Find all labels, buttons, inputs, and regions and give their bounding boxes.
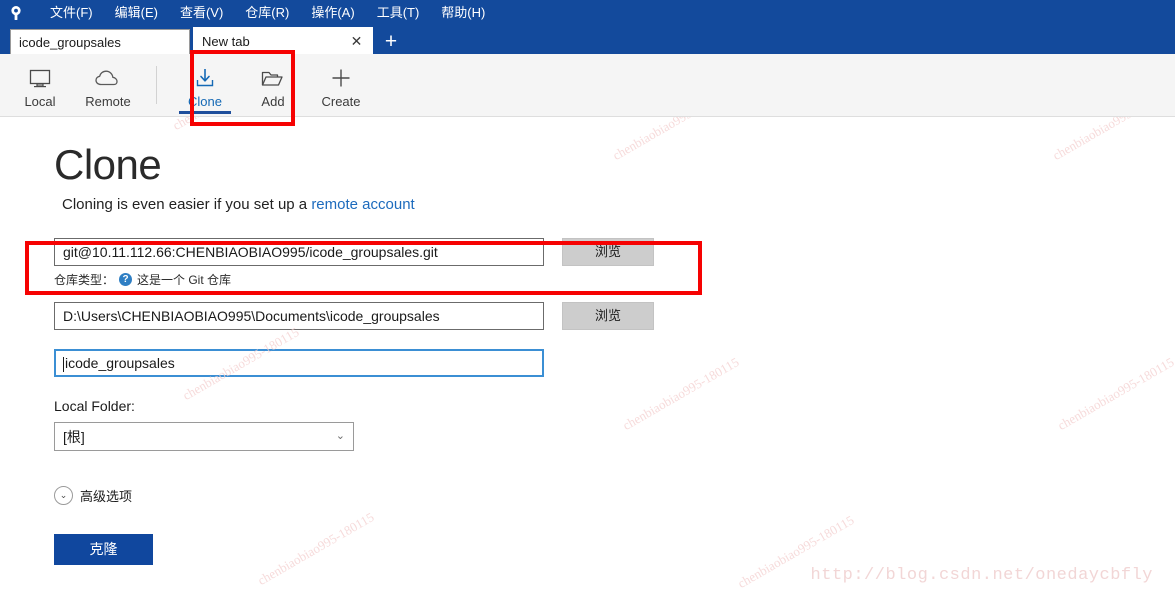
clone-page: Clone Cloning is even easier if you set … — [0, 117, 1175, 600]
download-icon — [193, 62, 217, 90]
repo-type-hint: 仓库类型： ? 这是一个 Git 仓库 — [0, 271, 1175, 288]
toolbar-button-add[interactable]: Add — [239, 54, 307, 116]
menu-help[interactable]: 帮助(H) — [430, 2, 496, 24]
toolbar-button-remote[interactable]: Remote — [74, 54, 142, 116]
menu-repository[interactable]: 仓库(R) — [234, 2, 300, 24]
menu-view[interactable]: 查看(V) — [169, 2, 234, 24]
tab-bar: icode_groupsales New tab ✕ + — [0, 26, 1175, 54]
advanced-options-expander[interactable]: ⌄ 高级选项 — [0, 486, 1175, 505]
toolbar-label: Add — [261, 93, 285, 109]
repo-name-value: icode_groupsales — [65, 355, 175, 371]
tab-icode-groupsales[interactable]: icode_groupsales — [10, 29, 190, 54]
destination-path-input[interactable]: D:\Users\CHENBIAOBIAO995\Documents\icode… — [54, 302, 544, 330]
help-question-icon[interactable]: ? — [119, 273, 133, 286]
monitor-icon — [28, 62, 52, 90]
browse-source-button[interactable]: 浏览 — [562, 238, 654, 266]
text-caret — [63, 356, 64, 372]
toolbar-label: Create — [321, 93, 361, 109]
remote-account-link[interactable]: remote account — [311, 196, 414, 213]
local-folder-row: [根] ⌄ — [0, 422, 1175, 451]
close-icon[interactable]: ✕ — [349, 34, 364, 49]
open-folder-icon — [260, 62, 286, 90]
tab-label: New tab — [202, 33, 250, 49]
cloud-icon — [94, 62, 122, 90]
page-title: Clone — [54, 141, 162, 188]
menu-edit[interactable]: 编辑(E) — [104, 2, 169, 24]
source-url-row: git@10.11.112.66:CHENBIAOBIAO995/icode_g… — [0, 238, 1175, 266]
menu-file[interactable]: 文件(F) — [39, 2, 104, 24]
repo-name-row: icode_groupsales — [0, 349, 1175, 377]
menu-tools[interactable]: 工具(T) — [366, 2, 431, 24]
local-folder-selected-value: [根] — [63, 428, 85, 445]
toolbar-button-clone[interactable]: Clone — [171, 54, 239, 116]
subtitle-text: Cloning is even easier if you set up a — [62, 196, 312, 213]
toolbar-button-create[interactable]: Create — [307, 54, 375, 116]
repo-type-value: 这是一个 Git 仓库 — [137, 273, 232, 287]
chevron-down-icon: ⌄ — [54, 486, 73, 505]
main-toolbar: Local Remote Clone Add Create — [0, 54, 1175, 117]
advanced-options-label: 高级选项 — [80, 489, 133, 504]
repo-type-label: 仓库类型： — [54, 273, 115, 287]
plus-icon — [329, 62, 353, 90]
page-subtitle: Cloning is even easier if you set up a r… — [0, 191, 1175, 215]
toolbar-button-local[interactable]: Local — [6, 54, 74, 116]
local-folder-label: Local Folder: — [54, 398, 135, 414]
chevron-down-icon: ⌄ — [335, 430, 345, 442]
menu-actions[interactable]: 操作(A) — [300, 2, 365, 24]
toolbar-label: Local — [24, 93, 56, 109]
menu-bar-items: 文件(F) 编辑(E) 查看(V) 仓库(R) 操作(A) 工具(T) 帮助(H… — [39, 2, 496, 24]
browse-destination-button[interactable]: 浏览 — [562, 302, 654, 330]
active-tab-underline — [179, 111, 231, 114]
toolbar-divider — [156, 66, 157, 104]
title-menu-bar: 文件(F) 编辑(E) 查看(V) 仓库(R) 操作(A) 工具(T) 帮助(H… — [0, 0, 1175, 26]
local-folder-select[interactable]: [根] ⌄ — [54, 422, 354, 451]
source-url-input[interactable]: git@10.11.112.66:CHENBIAOBIAO995/icode_g… — [54, 238, 544, 266]
destination-path-row: D:\Users\CHENBIAOBIAO995\Documents\icode… — [0, 302, 1175, 330]
tab-label: icode_groupsales — [19, 34, 121, 50]
new-tab-plus-icon[interactable]: + — [378, 29, 404, 54]
toolbar-label: Remote — [85, 93, 131, 109]
toolbar-label: Clone — [188, 93, 222, 109]
clone-submit-button[interactable]: 克隆 — [54, 534, 153, 565]
tab-new-tab[interactable]: New tab ✕ — [193, 27, 373, 54]
sourcetree-logo-icon — [3, 0, 29, 26]
repo-name-input[interactable]: icode_groupsales — [54, 349, 544, 377]
